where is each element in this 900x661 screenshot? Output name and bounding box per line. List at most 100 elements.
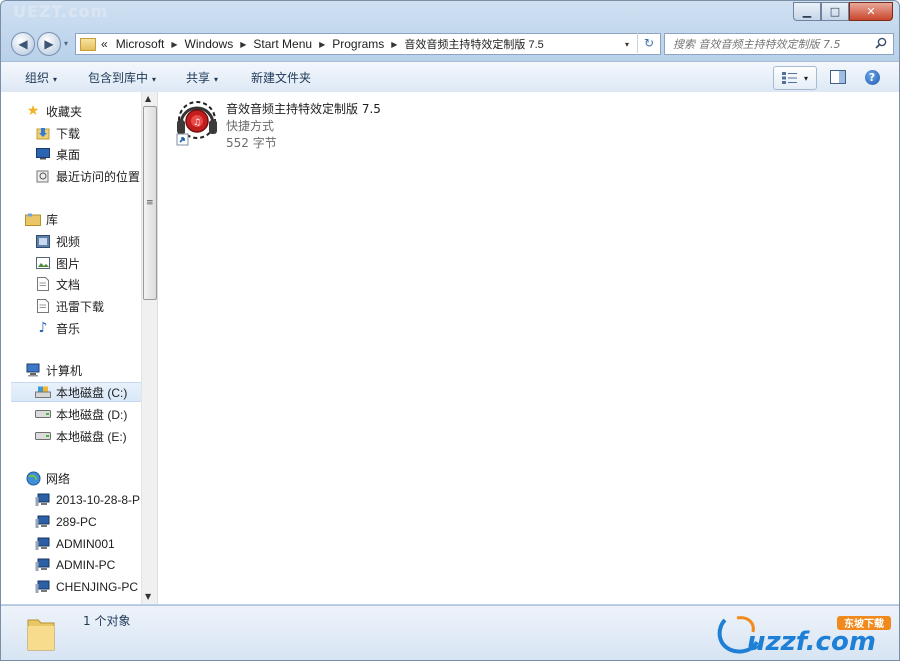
- minimize-button[interactable]: ▁: [793, 2, 821, 21]
- scroll-up-icon[interactable]: ▲: [145, 94, 151, 103]
- nav-label: 音乐: [56, 321, 81, 336]
- breadcrumb-item[interactable]: Programs: [332, 37, 384, 51]
- music-note-icon: ♪: [38, 320, 48, 336]
- star-icon: ★: [26, 103, 40, 119]
- pane-divider[interactable]: [157, 92, 158, 604]
- nav-favorites[interactable]: ★ 收藏夹: [25, 101, 141, 121]
- title-bar[interactable]: UEZT.com ▁ □ ✕: [1, 1, 899, 29]
- breadcrumb-separator-icon[interactable]: ▶: [171, 40, 177, 49]
- document-library-icon: [35, 299, 51, 313]
- nav-label: 最近访问的位置: [56, 169, 141, 184]
- include-in-library-button[interactable]: 包含到库中 ▾: [88, 69, 156, 86]
- nav-label: CHENJING-PC: [56, 580, 139, 594]
- view-list-icon: [781, 72, 797, 84]
- organize-label: 组织: [25, 71, 50, 85]
- search-icon[interactable]: [875, 37, 887, 52]
- nav-item-network-pc[interactable]: ADMIN001: [35, 534, 141, 554]
- nav-item-pictures[interactable]: 图片: [35, 253, 141, 273]
- nav-label: 本地磁盘 (C:): [56, 385, 128, 400]
- system-drive-icon: [35, 385, 51, 399]
- address-history-dropdown[interactable]: ▾: [618, 40, 636, 49]
- nav-libraries[interactable]: 库: [25, 209, 141, 229]
- chevron-down-icon: ▾: [53, 75, 58, 84]
- svg-text:uzzf.com: uzzf.com: [747, 627, 876, 656]
- desktop-icon: [35, 147, 51, 161]
- explorer-window: UEZT.com ▁ □ ✕ ◀ ▶ ▾ « Microsoft ▶ Windo…: [0, 0, 900, 661]
- forward-button[interactable]: ▶: [37, 32, 61, 56]
- svg-text:东坡下载: 东坡下载: [844, 617, 884, 630]
- nav-item-network-pc[interactable]: 289-PC: [35, 512, 141, 532]
- computer-icon: [25, 363, 41, 377]
- recent-pages-dropdown[interactable]: ▾: [64, 39, 68, 48]
- nav-item-thunder-downloads[interactable]: 迅雷下载: [35, 296, 141, 316]
- scroll-grip-icon: ≡: [146, 198, 154, 208]
- uzzf-logo: uzzf.com 东坡下载: [717, 616, 891, 656]
- share-button[interactable]: 共享 ▾: [186, 69, 218, 86]
- nav-item-drive-c[interactable]: 本地磁盘 (C:): [11, 382, 141, 402]
- network-computer-icon: [35, 515, 51, 529]
- nav-label: 下载: [56, 126, 81, 141]
- refresh-button[interactable]: ↻: [637, 33, 660, 53]
- search-input[interactable]: [665, 36, 875, 52]
- nav-item-network-pc[interactable]: CHENJING-PC: [35, 577, 141, 597]
- breadcrumb-item[interactable]: Microsoft: [116, 37, 165, 51]
- nav-label: 本地磁盘 (E:): [56, 429, 127, 444]
- breadcrumb-item-current[interactable]: 音效音频主持特效定制版 7.5: [404, 36, 543, 52]
- organize-button[interactable]: 组织 ▾: [25, 69, 57, 86]
- nav-scrollbar[interactable]: ▲ ≡ ▼: [141, 92, 157, 604]
- nav-item-music[interactable]: ♪ 音乐: [35, 318, 141, 338]
- nav-label: 迅雷下载: [56, 299, 105, 314]
- video-library-icon: [35, 234, 51, 248]
- command-toolbar: 组织 ▾ 包含到库中 ▾ 共享 ▾ 新建文件夹 ▾ ?: [1, 61, 899, 93]
- file-size: 552 字节: [226, 136, 277, 150]
- nav-item-recent-places[interactable]: 最近访问的位置: [35, 166, 141, 186]
- close-button[interactable]: ✕: [849, 2, 893, 21]
- breadcrumb-item[interactable]: Start Menu: [253, 37, 312, 51]
- search-box[interactable]: [664, 33, 894, 55]
- preview-pane-button[interactable]: [827, 66, 849, 88]
- hard-drive-icon: [35, 429, 51, 443]
- nav-item-downloads[interactable]: 下载: [35, 123, 141, 143]
- nav-label: ADMIN001: [56, 537, 115, 551]
- maximize-button[interactable]: □: [821, 2, 849, 21]
- details-pane: 1 个对象 uzzf.com 东坡下载: [1, 605, 899, 660]
- breadcrumb-item[interactable]: Windows: [185, 37, 234, 51]
- network-computer-icon: [35, 537, 51, 551]
- network-computer-icon: [35, 580, 51, 594]
- content-area: ★ 收藏夹 下载 桌面 最近访问的位置 库 视频 图片 文档 迅雷下载 ♪ 音乐…: [1, 92, 899, 604]
- breadcrumb-separator-icon[interactable]: ▶: [240, 40, 246, 49]
- nav-item-network-pc[interactable]: 2013-10-28-8-P: [35, 490, 141, 510]
- nav-item-desktop[interactable]: 桌面: [35, 144, 141, 164]
- nav-label: 289-PC: [56, 515, 97, 529]
- nav-item-drive-e[interactable]: 本地磁盘 (E:): [35, 426, 141, 446]
- back-button[interactable]: ◀: [11, 32, 35, 56]
- recent-places-icon: [35, 169, 51, 183]
- picture-library-icon: [35, 256, 51, 270]
- breadcrumb-separator-icon[interactable]: ▶: [391, 40, 397, 49]
- headphones-app-icon: ♫: [176, 101, 217, 146]
- breadcrumb-overflow[interactable]: «: [101, 37, 108, 51]
- nav-item-drive-d[interactable]: 本地磁盘 (D:): [35, 404, 141, 424]
- nav-computer[interactable]: 计算机: [25, 360, 141, 380]
- network-globe-icon: [25, 471, 41, 485]
- nav-label: 桌面: [56, 147, 81, 162]
- change-view-button[interactable]: ▾: [773, 66, 817, 90]
- refresh-icon: ↻: [643, 36, 655, 50]
- address-bar[interactable]: « Microsoft ▶ Windows ▶ Start Menu ▶ Pro…: [75, 33, 661, 55]
- preview-pane-icon: [830, 70, 846, 84]
- nav-item-documents[interactable]: 文档: [35, 274, 141, 294]
- new-folder-button[interactable]: 新建文件夹: [251, 69, 311, 86]
- nav-item-videos[interactable]: 视频: [35, 231, 141, 251]
- file-item-shortcut[interactable]: ♫ 音效音频主持特效定制版 7.5 快捷方式 552 字节: [175, 98, 415, 152]
- help-button[interactable]: ?: [861, 66, 883, 88]
- folder-icon: [27, 619, 55, 651]
- chevron-down-icon: ▾: [214, 75, 219, 84]
- nav-item-network-pc[interactable]: ADMIN-PC: [35, 555, 141, 575]
- forward-arrow-icon: ▶: [44, 37, 54, 51]
- breadcrumb-separator-icon[interactable]: ▶: [319, 40, 325, 49]
- nav-label: 图片: [56, 256, 81, 271]
- navigation-pane: ★ 收藏夹 下载 桌面 最近访问的位置 库 视频 图片 文档 迅雷下载 ♪ 音乐…: [1, 92, 141, 604]
- navigation-row: ◀ ▶ ▾ « Microsoft ▶ Windows ▶ Start Menu…: [1, 31, 899, 57]
- scroll-down-icon[interactable]: ▼: [145, 592, 151, 601]
- nav-network[interactable]: 网络: [25, 468, 141, 488]
